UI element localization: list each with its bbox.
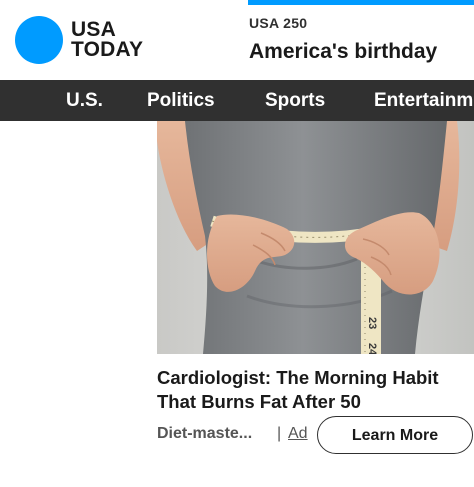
ad-footer: Diet-maste... | Ad Learn More: [157, 416, 474, 454]
nav-item-sports[interactable]: Sports: [265, 80, 325, 121]
promo-title[interactable]: America's birthday: [249, 40, 437, 64]
nav-item-us[interactable]: U.S.: [66, 80, 103, 121]
nav-item-politics[interactable]: Politics: [147, 80, 215, 121]
promo-eyebrow: USA 250: [249, 15, 308, 31]
logo-line-2: TODAY: [71, 38, 144, 61]
masthead: USA TODAY USA 250 America's birthday: [0, 0, 474, 80]
main-nav: U.S. Politics Sports Entertainment: [0, 80, 474, 121]
ad-headline[interactable]: Cardiologist: The Morning Habit That Bur…: [157, 366, 474, 414]
ad-image[interactable]: 23 24: [157, 121, 474, 354]
promo-accent-bar: [248, 0, 474, 5]
promo-banner[interactable]: USA 250 America's birthday: [248, 0, 474, 80]
learn-more-button[interactable]: Learn More: [317, 416, 473, 454]
ad-separator: |: [277, 425, 282, 442]
tape-number-24: 24: [366, 343, 378, 354]
ad-label[interactable]: Ad: [288, 425, 308, 443]
tape-number-23: 23: [366, 317, 378, 329]
nav-item-entertainment[interactable]: Entertainment: [374, 80, 474, 121]
usa-today-logo[interactable]: USA TODAY: [15, 16, 143, 64]
ad-source[interactable]: Diet-maste...: [157, 425, 252, 443]
logo-line-1: USA: [71, 18, 116, 41]
logo-wordmark: USA TODAY: [71, 18, 144, 61]
logo-dot-icon: [15, 16, 63, 64]
